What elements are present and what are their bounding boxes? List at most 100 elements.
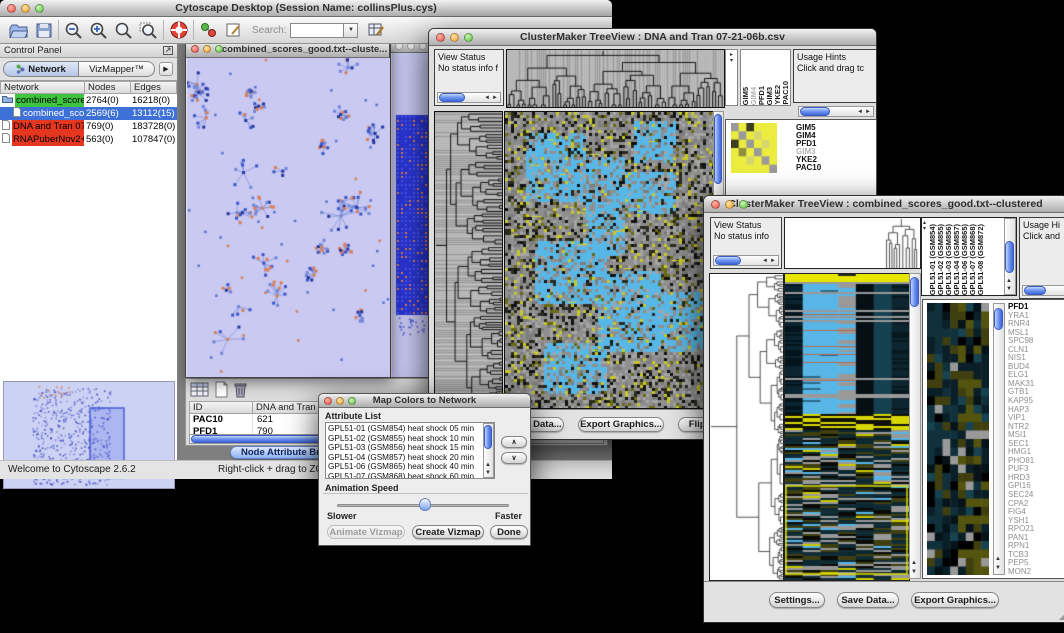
minimize-button[interactable] — [725, 200, 734, 209]
labels-vscrollbar[interactable]: ▲ ▼ — [1004, 218, 1016, 295]
speed-slider-thumb[interactable] — [419, 498, 431, 511]
close-button[interactable] — [711, 200, 720, 209]
move-down-button[interactable]: ∨ — [501, 452, 527, 464]
scroll-down-arrow-icon[interactable]: ▼ — [995, 565, 1001, 571]
network-row[interactable]: combined_sco2569(6)13112(15) — [0, 107, 177, 120]
zoom-fit-button[interactable] — [111, 19, 136, 41]
attribute-list-item[interactable]: GPL51-07 (GSM868) heat shock 60 min — [328, 472, 494, 479]
close-button[interactable] — [7, 4, 16, 13]
network-canvas-1[interactable] — [187, 58, 390, 377]
search-dropdown-button[interactable]: ▼ — [344, 23, 358, 38]
create-vizmap-button[interactable]: Create Vizmap — [412, 525, 484, 539]
hscroll-thumb[interactable] — [800, 107, 830, 116]
zoom-button[interactable] — [739, 200, 748, 209]
gene-label[interactable]: MON2 — [1008, 568, 1034, 577]
scroll-up-arrow-icon[interactable]: ▲ — [995, 556, 1001, 562]
scroll-down-arrow-icon[interactable]: ▼ — [485, 470, 491, 476]
main-titlebar[interactable]: Cytoscape Desktop (Session Name: collins… — [0, 0, 612, 17]
minimize-button[interactable] — [336, 397, 344, 405]
treeview2-titlebar[interactable]: ClusterMaker TreeView : combined_scores_… — [704, 196, 1064, 213]
column-header-edges[interactable]: Edges — [131, 81, 177, 94]
delete-attribute-icon[interactable] — [233, 381, 248, 403]
scroll-left-arrow-icon[interactable]: ◄ — [857, 109, 863, 115]
animate-vizmap-button[interactable]: Animate Vizmap — [327, 525, 405, 539]
treeview1-correlation-matrix[interactable] — [731, 123, 777, 173]
minimize-button[interactable] — [450, 33, 459, 42]
treeview2-heatmap-vscrollbar[interactable]: ▲ ▼ — [909, 273, 921, 579]
treeview2-column-dendrogram[interactable] — [784, 217, 921, 269]
scroll-left-arrow-icon[interactable]: ◄ — [762, 258, 768, 264]
treeview2-button[interactable]: Save Data... — [837, 592, 899, 608]
treeview1-heatmap[interactable] — [504, 111, 714, 409]
minimize-button[interactable] — [21, 4, 30, 13]
vscroll-thumb[interactable] — [714, 114, 722, 184]
new-attribute-icon[interactable] — [214, 381, 229, 403]
tab-vizmapper[interactable]: VizMapper™ — [79, 61, 155, 77]
close-button[interactable] — [436, 33, 445, 42]
vscroll-thumb[interactable] — [484, 425, 492, 449]
scroll-up-arrow-icon[interactable]: ▲ — [485, 462, 491, 468]
zoom-selected-button[interactable] — [136, 19, 161, 41]
minimize-button[interactable] — [203, 45, 211, 53]
scroll-right-arrow-icon[interactable]: ► — [492, 95, 498, 101]
move-up-button[interactable]: ∧ — [501, 436, 527, 448]
network-window-2-controls[interactable] — [395, 44, 427, 50]
float-panel-icon[interactable] — [163, 46, 173, 58]
treeview2-heatmap-zoom[interactable] — [927, 303, 989, 575]
tab-network[interactable]: Network — [3, 61, 79, 77]
zoom-button[interactable] — [215, 45, 223, 53]
close-button[interactable] — [395, 44, 403, 50]
attribute-list-item[interactable]: GPL51-02 (GSM855) heat shock 10 min — [328, 434, 494, 444]
treeview1-controls[interactable] — [436, 33, 473, 42]
attribute-editor-button[interactable] — [364, 19, 389, 41]
minimize-button[interactable] — [407, 44, 415, 50]
strip-down-arrow-icon[interactable]: ▾ — [726, 58, 737, 64]
treeview2-controls[interactable] — [711, 200, 748, 209]
gene-label[interactable]: PAC10 — [796, 164, 821, 172]
tab-overflow-button[interactable]: ▶ — [159, 62, 173, 76]
zoom-in-button[interactable] — [86, 19, 111, 41]
attribute-list-item[interactable]: GPL51-03 (GSM856) heat shock 15 min — [328, 443, 494, 453]
hscroll-thumb[interactable] — [1024, 286, 1046, 295]
scroll-up-arrow-icon[interactable]: ▲ — [911, 560, 917, 566]
main-window-controls[interactable] — [7, 4, 44, 13]
hscroll-thumb[interactable] — [715, 256, 741, 265]
open-session-button[interactable] — [6, 19, 31, 41]
help-lifebuoy-button[interactable] — [166, 19, 191, 41]
annotation-button[interactable] — [221, 19, 246, 41]
column-header-id[interactable]: ID — [189, 401, 253, 414]
network-row[interactable]: RNAPuberNov2+563(0)107847(0) — [0, 133, 177, 146]
vizmap-node-button[interactable] — [196, 19, 221, 41]
treeview1-usage-scrollbar[interactable]: ◄ ► — [798, 106, 874, 117]
close-button[interactable] — [191, 45, 199, 53]
zoom-button[interactable] — [348, 397, 356, 405]
scroll-left-arrow-icon[interactable]: ◄ — [484, 95, 490, 101]
treeview1-row-dendrogram[interactable] — [434, 111, 503, 409]
save-session-button[interactable] — [31, 19, 56, 41]
network-row[interactable]: DNA and Tran 07769(0)183728(0) — [0, 120, 177, 133]
scroll-right-arrow-icon[interactable]: ► — [865, 109, 871, 115]
select-attributes-icon[interactable] — [190, 381, 210, 403]
zoom-button[interactable] — [419, 44, 427, 50]
scroll-up-arrow-icon[interactable]: ▲ — [1006, 278, 1012, 284]
done-button[interactable]: Done — [490, 525, 528, 539]
column-header-nodes[interactable]: Nodes — [85, 81, 131, 94]
hscroll-thumb[interactable] — [439, 93, 465, 102]
attribute-list-vscrollbar[interactable]: ▲ ▼ — [483, 423, 494, 478]
search-input[interactable] — [290, 23, 344, 38]
scroll-down-arrow-icon[interactable]: ▼ — [911, 569, 917, 575]
treeview1-column-dendrogram[interactable] — [506, 49, 725, 108]
treeview1-titlebar[interactable]: ClusterMaker TreeView : DNA and Tran 07-… — [429, 29, 876, 46]
view-status-scrollbar[interactable]: ◄ ► — [437, 92, 501, 103]
treeview1-gene-list[interactable]: GIM5GIM4PFD1GIM3YKE2PAC10 — [796, 124, 821, 172]
network-window-1-controls[interactable] — [191, 45, 223, 53]
treeview2-row-dendrogram[interactable] — [709, 273, 784, 581]
treeview2-heatmap-summary[interactable] — [784, 273, 910, 581]
zoom-button[interactable] — [464, 33, 473, 42]
attribute-list-item[interactable]: GPL51-06 (GSM865) heat shock 40 min — [328, 462, 494, 472]
zoom-vscrollbar[interactable]: ▲ ▼ — [993, 303, 1005, 575]
treeview2-button[interactable]: Settings... — [769, 592, 825, 608]
vscroll-thumb[interactable] — [910, 277, 919, 307]
view-status-scrollbar[interactable]: ◄ ► — [713, 255, 779, 266]
labels-left-arrows[interactable]: ▴▾ — [923, 220, 926, 232]
